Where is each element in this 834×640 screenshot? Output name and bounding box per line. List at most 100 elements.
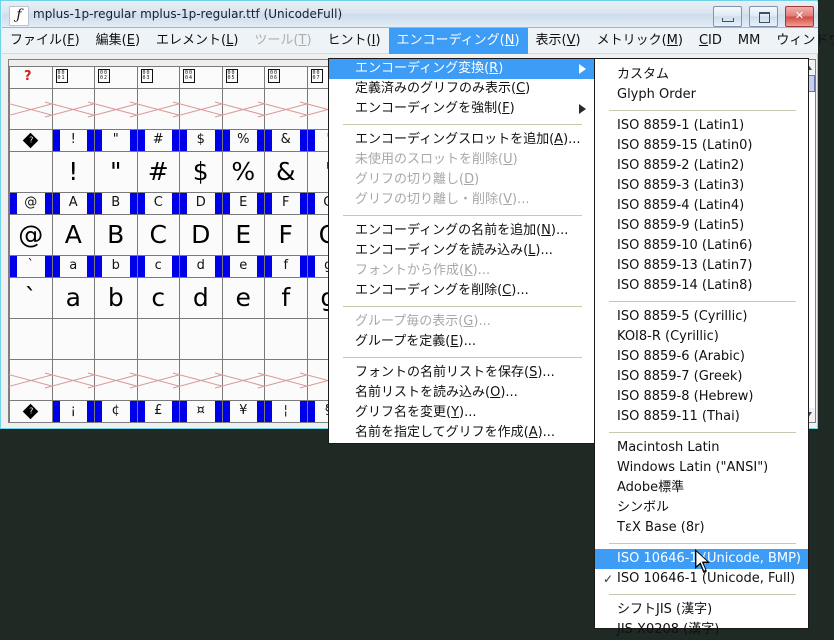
encoding-menu-item-9[interactable]: エンコーディングの名前を追加(N)...: [329, 221, 594, 241]
glyph-cell-header[interactable]: ?: [9, 66, 53, 89]
glyph-cell[interactable]: C: [136, 214, 180, 256]
reencode-item-1[interactable]: Glyph Order: [595, 85, 808, 105]
reencode-item-7[interactable]: ISO 8859-4 (Latin4): [595, 196, 808, 216]
menubar-item-1[interactable]: 編集(E): [88, 28, 148, 54]
glyph-cell-header[interactable]: c: [136, 255, 180, 278]
reencode-item-13[interactable]: ISO 8859-5 (Cyrillic): [595, 307, 808, 327]
glyph-cell-empty[interactable]: [51, 88, 95, 130]
reencode-item-5[interactable]: ISO 8859-2 (Latin2): [595, 156, 808, 176]
glyph-cell-header[interactable]: 00 04: [179, 66, 223, 89]
glyph-cell[interactable]: `: [9, 277, 53, 319]
reencode-item-11[interactable]: ISO 8859-14 (Latin8): [595, 276, 808, 296]
glyph-cell-header[interactable]: ": [94, 129, 138, 152]
glyph-cell-header[interactable]: a: [51, 255, 95, 278]
glyph-cell-empty[interactable]: [179, 359, 223, 401]
glyph-cell-header[interactable]: [9, 400, 53, 422]
encoding-menu-item-1[interactable]: 定義済みのグリフのみ表示(C): [329, 79, 594, 99]
glyph-cell-header[interactable]: b: [94, 255, 138, 278]
glyph-cell[interactable]: ¤: [180, 423, 223, 424]
glyph-cell[interactable]: #: [136, 151, 180, 193]
glyph-cell[interactable]: b: [94, 277, 138, 319]
glyph-cell-empty[interactable]: [221, 88, 265, 130]
glyph-cell-header[interactable]: 00 03: [136, 66, 180, 89]
glyph-cell[interactable]: E: [221, 214, 265, 256]
glyph-cell-header[interactable]: ¡: [51, 400, 95, 422]
glyph-cell[interactable]: e: [221, 277, 265, 319]
reencode-submenu[interactable]: カスタム Glyph Order ISO 8859-1 (Latin1) ISO 88…: [594, 58, 809, 637]
glyph-cell-header[interactable]: C: [136, 192, 180, 215]
menubar-item-9[interactable]: MM: [730, 28, 768, 54]
reencode-item-3[interactable]: ISO 8859-1 (Latin1): [595, 116, 808, 136]
encoding-menu-item-20[interactable]: 名前を指定してグリフを作成(A)...: [329, 423, 594, 443]
menubar-item-2[interactable]: エレメント(L): [148, 28, 246, 54]
glyph-cell-header[interactable]: 00 06: [264, 66, 308, 89]
glyph-cell-header[interactable]: [9, 129, 53, 152]
glyph-cell[interactable]: f: [264, 277, 308, 319]
menubar-item-6[interactable]: 表示(V): [528, 28, 589, 54]
glyph-cell[interactable]: $: [179, 151, 223, 193]
encoding-menu-item-17[interactable]: フォントの名前リストを保存(S)...: [329, 363, 594, 383]
reencode-item-4[interactable]: ISO 8859-15 (Latin0): [595, 136, 808, 156]
glyph-cell-header[interactable]: @: [9, 192, 53, 215]
reencode-item-14[interactable]: KOI8-R (Cyrillic): [595, 327, 808, 347]
menubar-item-4[interactable]: ヒント(I): [320, 28, 389, 54]
reencode-item-26[interactable]: ISO 10646-1 (Unicode, BMP): [595, 549, 808, 569]
glyph-cell-header[interactable]: $: [179, 129, 223, 152]
reencode-item-10[interactable]: ISO 8859-13 (Latin7): [595, 256, 808, 276]
encoding-menu-item-12[interactable]: エンコーディングを削除(C)...: [329, 281, 594, 301]
glyph-cell[interactable]: c: [136, 277, 180, 319]
glyph-cell[interactable]: [9, 151, 53, 193]
glyph-cell-empty[interactable]: [136, 359, 180, 401]
reencode-item-29[interactable]: シフトJIS (漢字): [595, 600, 808, 620]
glyph-cell-header[interactable]: e: [221, 255, 265, 278]
glyph-cell[interactable]: B: [94, 214, 138, 256]
reencode-item-24[interactable]: TεX Base (8r): [595, 518, 808, 538]
glyph-cell-header[interactable]: ¤: [179, 400, 223, 422]
glyph-cell[interactable]: D: [179, 214, 223, 256]
glyph-cell[interactable]: ¡: [52, 423, 95, 424]
glyph-cell[interactable]: @: [9, 214, 53, 256]
glyph-cell-header[interactable]: #: [136, 129, 180, 152]
glyph-cell-header[interactable]: f: [264, 255, 308, 278]
glyph-cell[interactable]: ": [94, 151, 138, 193]
title-bar[interactable]: ƒ mplus-1p-regular mplus-1p-regular.ttf …: [2, 2, 818, 28]
glyph-cell-empty[interactable]: [94, 88, 138, 130]
glyph-cell-empty[interactable]: [264, 359, 308, 401]
glyph-cell-header[interactable]: ¢: [94, 400, 138, 422]
glyph-cell-empty[interactable]: [136, 88, 180, 130]
encoding-menu-item-19[interactable]: グリフ名を変更(Y)...: [329, 403, 594, 423]
glyph-cell-empty[interactable]: [221, 318, 265, 360]
glyph-cell-header[interactable]: £: [136, 400, 180, 422]
encoding-menu-item-15[interactable]: グループを定義(E)...: [329, 332, 594, 352]
glyph-cell-empty[interactable]: [179, 318, 223, 360]
reencode-item-15[interactable]: ISO 8859-6 (Arabic): [595, 347, 808, 367]
encoding-menu-item-0[interactable]: エンコーディング変換(R): [329, 59, 594, 79]
glyph-cell[interactable]: [10, 423, 53, 424]
reencode-item-21[interactable]: Windows Latin ("ANSI"): [595, 458, 808, 478]
reencode-item-8[interactable]: ISO 8859-9 (Latin5): [595, 216, 808, 236]
glyph-cell[interactable]: %: [221, 151, 265, 193]
glyph-cell-empty[interactable]: [9, 359, 53, 401]
glyph-cell[interactable]: ¥: [222, 423, 265, 424]
encoding-menu-item-2[interactable]: エンコーディングを強制(F): [329, 99, 594, 119]
glyph-cell-header[interactable]: E: [221, 192, 265, 215]
glyph-cell[interactable]: £: [137, 423, 180, 424]
glyph-cell[interactable]: a: [51, 277, 95, 319]
glyph-cell-header[interactable]: D: [179, 192, 223, 215]
glyph-cell-header[interactable]: 00 01: [51, 66, 95, 89]
glyph-cell-empty[interactable]: [94, 359, 138, 401]
minimize-button[interactable]: [712, 6, 742, 27]
glyph-cell-header[interactable]: B: [94, 192, 138, 215]
menubar-item-10[interactable]: ウィンドウ(W): [768, 28, 834, 54]
reencode-item-20[interactable]: Macintosh Latin: [595, 438, 808, 458]
glyph-cell-header[interactable]: &: [264, 129, 308, 152]
menubar-item-0[interactable]: ファイル(F): [2, 28, 88, 54]
glyph-cell-header[interactable]: %: [221, 129, 265, 152]
glyph-cell-empty[interactable]: [51, 318, 95, 360]
glyph-cell-header[interactable]: 00 05: [221, 66, 265, 89]
reencode-item-27[interactable]: ✓ ISO 10646-1 (Unicode, Full): [595, 569, 808, 589]
reencode-item-17[interactable]: ISO 8859-8 (Hebrew): [595, 387, 808, 407]
glyph-cell-header[interactable]: F: [264, 192, 308, 215]
glyph-cell[interactable]: F: [264, 214, 308, 256]
glyph-cell[interactable]: ¦: [265, 423, 308, 424]
